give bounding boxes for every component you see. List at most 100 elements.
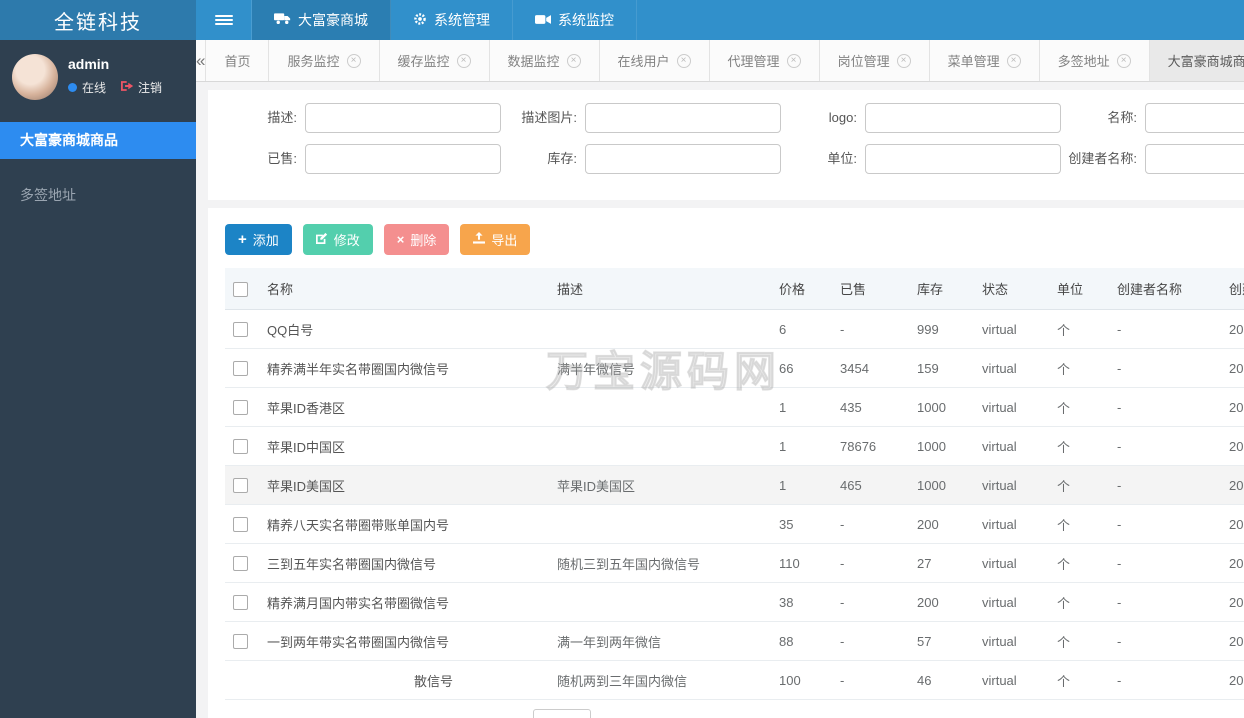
export-button[interactable]: 导出 [460, 224, 531, 255]
row-checkbox[interactable] [233, 634, 248, 650]
table-row[interactable]: 三到五年实名带圈国内微信号 随机三到五年国内微信号 110 - 27 virtu… [225, 543, 1244, 583]
cell-status: virtual [974, 465, 1049, 505]
table-row[interactable]: 苹果ID香港区 1 435 1000 virtual 个 - 20 [225, 387, 1244, 427]
sidebar-menu-item[interactable]: 大富豪商城商品 [0, 122, 196, 159]
tab-close-icon[interactable]: × [676, 53, 691, 68]
cell-unit: 个 [1049, 660, 1109, 700]
top-navbar: 全链科技 大富豪商城 系统管理 系统监控 [0, 0, 1244, 40]
tabs-scroll-left-button[interactable]: « [196, 40, 207, 81]
table-row[interactable]: 精养八天实名带圈带账单国内号 35 - 200 virtual 个 - 20 [225, 504, 1244, 544]
tab-close-icon[interactable]: × [346, 53, 361, 68]
row-checkbox[interactable] [233, 322, 248, 338]
column-header[interactable]: 创建者名称 [1109, 268, 1221, 310]
row-checkbox[interactable] [233, 595, 248, 611]
video-icon [535, 12, 551, 28]
form-field: 描述图片: [505, 103, 785, 133]
delete-button[interactable]: × 删除 [383, 224, 450, 255]
cell-sold: - [832, 582, 909, 622]
tab[interactable]: 菜单管理 × [930, 40, 1040, 81]
nav-item-mall[interactable]: 大富豪商城 [252, 0, 391, 40]
logout-button[interactable]: 注销 [121, 79, 162, 96]
tab-close-icon[interactable]: × [896, 53, 911, 68]
nav-item-system-monitor[interactable]: 系统监控 [513, 0, 637, 40]
cell-sold: - [832, 621, 909, 661]
cell-description: 苹果ID美国区 [549, 465, 771, 505]
nav-item-system-admin[interactable]: 系统管理 [391, 0, 513, 40]
row-checkbox[interactable] [233, 439, 248, 455]
tab[interactable]: 多签地址 × [1040, 40, 1150, 81]
page-size-suffix: 条记录 [599, 715, 638, 718]
page-size-select[interactable]: 10 ▼ [532, 709, 591, 718]
column-header[interactable]: 已售 [832, 268, 909, 310]
column-header[interactable]: 单位 [1049, 268, 1109, 310]
form-field-label: 名称: [1107, 109, 1137, 125]
row-checkbox[interactable] [233, 361, 248, 377]
column-header[interactable]: 库存 [909, 268, 974, 310]
tab-close-icon[interactable]: × [456, 53, 471, 68]
edit-button[interactable]: 修改 [302, 224, 373, 255]
tab-close-icon[interactable]: × [566, 53, 581, 68]
table-row[interactable]: 一到两年带实名带圈国内微信号 满一年到两年微信 88 - 57 virtual … [225, 621, 1244, 661]
sidebar-menu-item[interactable]: 多签地址 [0, 177, 196, 214]
row-checkbox[interactable] [233, 400, 248, 416]
tab-close-icon[interactable]: × [1006, 53, 1021, 68]
form-field-input[interactable] [305, 144, 501, 174]
column-header[interactable]: 创建时间 [1221, 268, 1244, 310]
tab-close-icon[interactable]: × [786, 53, 801, 68]
nav-item-label: 系统监控 [558, 12, 614, 28]
pagination-bar: 显示第 1 到第 10 条记录，总共 45 条记录 每页显示 10 ▼ 条记录 [225, 709, 1244, 718]
tab[interactable]: 缓存监控 × [380, 40, 490, 81]
sign-out-icon [121, 80, 134, 95]
cell-sold: - [832, 660, 909, 700]
cell-created: 20 [1221, 387, 1244, 427]
form-field-input[interactable] [305, 103, 501, 133]
sidebar-toggle-button[interactable] [196, 0, 252, 40]
tab[interactable]: 岗位管理 × [820, 40, 930, 81]
tab-close-icon[interactable]: × [1116, 53, 1131, 68]
cell-creator: - [1109, 660, 1221, 700]
form-field-input[interactable] [1145, 144, 1244, 174]
row-checkbox[interactable] [233, 478, 248, 494]
table-row[interactable]: 散信号 随机两到三年国内微信 100 - 46 virtual 个 - 20 [225, 660, 1244, 700]
column-header[interactable]: 价格 [771, 268, 832, 310]
tab[interactable]: 服务监控 × [269, 40, 380, 81]
tab[interactable]: 数据监控 × [490, 40, 600, 81]
table-row[interactable]: 苹果ID美国区 苹果ID美国区 1 465 1000 virtual 个 - 2… [225, 465, 1244, 505]
form-field-input[interactable] [585, 144, 781, 174]
row-checkbox[interactable] [233, 556, 248, 572]
table-row[interactable]: 精养满月国内带实名带圈微信号 38 - 200 virtual 个 - 20 [225, 582, 1244, 622]
cell-status: virtual [974, 621, 1049, 661]
cell-name: 一到两年带实名带圈国内微信号 [259, 621, 549, 661]
table-row[interactable]: QQ白号 6 - 999 virtual 个 - 20 [225, 309, 1244, 349]
form-field-input[interactable] [865, 103, 1061, 133]
sidebar-menu-item-label: 多签地址 [20, 187, 76, 203]
column-header[interactable]: 描述 [549, 268, 771, 310]
row-checkbox[interactable] [233, 517, 248, 533]
tab[interactable]: 大富豪商城商品 × [1149, 40, 1244, 81]
export-icon [473, 232, 486, 247]
table-row[interactable]: 精养满半年实名带圈国内微信号 满半年微信号 66 3454 159 virtua… [225, 348, 1244, 388]
cell-unit: 个 [1049, 309, 1109, 349]
select-all-checkbox[interactable] [233, 281, 248, 297]
column-header[interactable]: 状态 [974, 268, 1049, 310]
avatar[interactable] [12, 54, 58, 100]
tab[interactable]: 在线用户 × [600, 40, 710, 81]
form-field-input[interactable] [585, 103, 781, 133]
form-field: 描述: [225, 103, 505, 133]
tab[interactable]: 代理管理 × [710, 40, 820, 81]
cell-stock: 999 [909, 309, 974, 349]
tab-label: 代理管理 [727, 54, 780, 69]
tab[interactable]: 首页 × [206, 40, 270, 81]
table-row[interactable]: 苹果ID中国区 1 78676 1000 virtual 个 - 20 [225, 426, 1244, 466]
form-field-input[interactable] [1145, 103, 1244, 133]
cell-created: 20 [1221, 504, 1244, 544]
cell-status: virtual [974, 309, 1049, 349]
cell-name: QQ白号 [259, 309, 549, 349]
form-field-input[interactable] [865, 144, 1061, 174]
tab-label: 缓存监控 [397, 54, 450, 69]
user-panel: admin 在线 注销 [0, 40, 196, 110]
add-button[interactable]: + 添加 [225, 224, 292, 255]
column-header[interactable]: 名称 [259, 268, 549, 310]
cell-unit: 个 [1049, 387, 1109, 427]
search-form-card: 描述: 描述图片: logo: 名称: 已售: 库存: 单位: 创建者名称: [208, 90, 1244, 200]
